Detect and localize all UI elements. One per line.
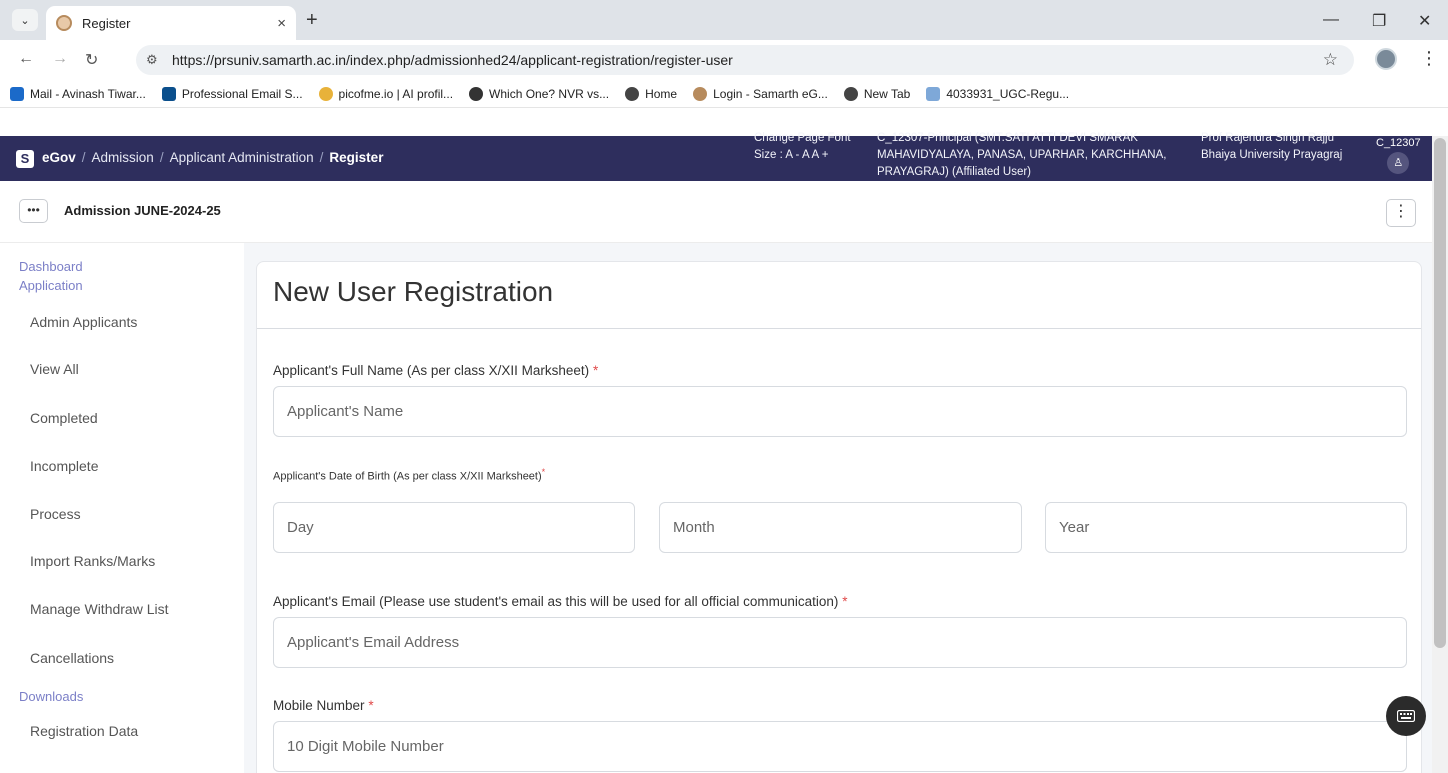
sidebar-group-application[interactable]: Application bbox=[19, 278, 83, 293]
back-icon[interactable]: ← bbox=[18, 50, 34, 68]
bookmarks-bar: Mail - Avinash Tiwar... Professional Ema… bbox=[0, 80, 1448, 108]
sidebar-item-cancellations[interactable]: Cancellations bbox=[30, 650, 114, 666]
bookmark-star-icon[interactable]: ☆ bbox=[1323, 50, 1338, 70]
breadcrumb-admission[interactable]: Admission bbox=[92, 150, 154, 165]
bookmark-item[interactable]: Mail - Avinash Tiwar... bbox=[10, 86, 146, 101]
tab-title: Register bbox=[82, 15, 131, 31]
browser-tabbar: ⌄ Register × + — ❐ ✕ bbox=[0, 0, 1448, 40]
bookmark-favicon-icon bbox=[161, 86, 176, 101]
sidebar-group-downloads[interactable]: Downloads bbox=[19, 689, 83, 704]
dob-month-input[interactable] bbox=[659, 502, 1022, 553]
bookmark-item[interactable]: New Tab bbox=[843, 86, 910, 101]
dob-label: Applicant's Date of Birth (As per class … bbox=[273, 467, 546, 483]
bookmark-item[interactable]: Which One? NVR vs... bbox=[469, 86, 609, 101]
sidebar-item-registration-data[interactable]: Registration Data bbox=[30, 723, 138, 739]
required-mark: * bbox=[842, 594, 848, 609]
sidebar-item-manage-withdraw-list[interactable]: Manage Withdraw List bbox=[30, 601, 169, 617]
site-settings-icon[interactable]: ⚙ bbox=[146, 52, 158, 68]
full-name-input[interactable] bbox=[273, 386, 1407, 437]
bookmark-item[interactable]: Login - Samarth eG... bbox=[693, 86, 828, 101]
globe-icon bbox=[625, 86, 640, 101]
more-options-button[interactable]: ••• bbox=[19, 199, 48, 223]
page-title: New User Registration bbox=[273, 276, 554, 307]
scrollbar-thumb[interactable] bbox=[1434, 138, 1446, 648]
bookmark-favicon-icon bbox=[10, 86, 24, 101]
bookmark-item[interactable]: Professional Email S... bbox=[161, 86, 303, 101]
sidebar-item-process[interactable]: Process bbox=[30, 506, 81, 522]
bookmark-favicon-icon bbox=[318, 86, 333, 101]
restore-icon[interactable]: ❐ bbox=[1372, 11, 1386, 31]
bookmark-item[interactable]: Home bbox=[625, 86, 677, 101]
university-info: Prof Rajendra Singh Rajju Bhaiya Univers… bbox=[1201, 132, 1343, 161]
document-icon bbox=[926, 86, 941, 101]
required-mark: * bbox=[368, 698, 374, 713]
app-header: S eGov / Admission / Applicant Administr… bbox=[0, 132, 1432, 181]
sidebar: Dashboard Application Admin Applicants V… bbox=[0, 243, 244, 773]
bookmark-item[interactable]: 4033931_UGC-Regu... bbox=[926, 86, 1069, 101]
kebab-menu-button[interactable]: ⋮ bbox=[1386, 199, 1416, 227]
bookmark-favicon-icon bbox=[469, 86, 484, 101]
browser-tab-register[interactable]: Register × bbox=[46, 6, 296, 40]
mobile-label: Mobile Number * bbox=[273, 698, 374, 713]
chevron-down-icon: ⌄ bbox=[20, 14, 30, 27]
divider bbox=[257, 328, 1421, 329]
sidebar-item-view-all[interactable]: View All bbox=[30, 361, 79, 377]
font-size-controls[interactable]: Change Page Font Size : A - A A + bbox=[754, 130, 854, 181]
minimize-icon[interactable]: — bbox=[1323, 11, 1339, 29]
registration-card: New User Registration Applicant's Full N… bbox=[256, 261, 1422, 773]
reload-icon[interactable]: ↻ bbox=[85, 50, 98, 70]
mobile-input[interactable] bbox=[273, 721, 1407, 772]
breadcrumb: eGov / Admission / Applicant Administrat… bbox=[42, 150, 384, 165]
admission-session-title: Admission JUNE-2024-25 bbox=[64, 203, 221, 218]
sidebar-item-admin-applicants[interactable]: Admin Applicants bbox=[30, 314, 137, 330]
sidebar-group-dashboard[interactable]: Dashboard bbox=[19, 259, 83, 274]
tab-close-icon[interactable]: × bbox=[277, 15, 286, 32]
globe-icon bbox=[843, 86, 858, 101]
sidebar-item-import-ranks-marks[interactable]: Import Ranks/Marks bbox=[30, 553, 155, 569]
email-label: Applicant's Email (Please use student's … bbox=[273, 594, 848, 609]
browser-toolbar: ← → ↻ ⚙ https://prsuniv.samarth.ac.in/in… bbox=[0, 40, 1448, 80]
samarth-logo[interactable]: S bbox=[16, 150, 34, 168]
address-bar[interactable]: ⚙ https://prsuniv.samarth.ac.in/index.ph… bbox=[136, 45, 1354, 75]
email-input[interactable] bbox=[273, 617, 1407, 668]
profile-avatar[interactable] bbox=[1375, 48, 1397, 70]
sidebar-item-completed[interactable]: Completed bbox=[30, 410, 98, 426]
breadcrumb-egov[interactable]: eGov bbox=[42, 150, 76, 165]
url-text: https://prsuniv.samarth.ac.in/index.php/… bbox=[172, 52, 733, 68]
sidebar-item-incomplete[interactable]: Incomplete bbox=[30, 458, 98, 474]
new-tab-button[interactable]: + bbox=[306, 10, 318, 30]
dob-day-input[interactable] bbox=[273, 502, 635, 553]
keyboard-icon bbox=[1397, 710, 1415, 722]
required-mark: * bbox=[592, 363, 599, 378]
required-mark: * bbox=[541, 467, 546, 477]
forward-icon[interactable]: → bbox=[52, 50, 68, 68]
full-name-label: Applicant's Full Name (As per class X/XI… bbox=[273, 363, 599, 378]
site-favicon-icon bbox=[56, 15, 72, 31]
user-code: C_12307 bbox=[1376, 137, 1421, 149]
window-close-icon[interactable]: ✕ bbox=[1418, 11, 1431, 31]
breadcrumb-applicant-administration[interactable]: Applicant Administration bbox=[170, 150, 314, 165]
keyboard-button[interactable] bbox=[1386, 696, 1426, 736]
tab-search-button[interactable]: ⌄ bbox=[12, 9, 38, 31]
college-info: C_12307-Principal (SMT.SATI ATTI DEVI SM… bbox=[877, 132, 1167, 178]
breadcrumb-register: Register bbox=[329, 150, 384, 165]
bookmark-item[interactable]: picofme.io | AI profil... bbox=[318, 86, 453, 101]
user-icon: ♙ bbox=[1387, 152, 1410, 174]
bookmark-favicon-icon bbox=[693, 86, 708, 101]
user-menu[interactable]: C_12307 ♙ bbox=[1376, 137, 1421, 174]
sub-header: ••• Admission JUNE-2024-25 ⋮ bbox=[0, 181, 1432, 243]
browser-menu-icon[interactable]: ⋮ bbox=[1420, 48, 1438, 69]
dob-year-input[interactable] bbox=[1045, 502, 1407, 553]
